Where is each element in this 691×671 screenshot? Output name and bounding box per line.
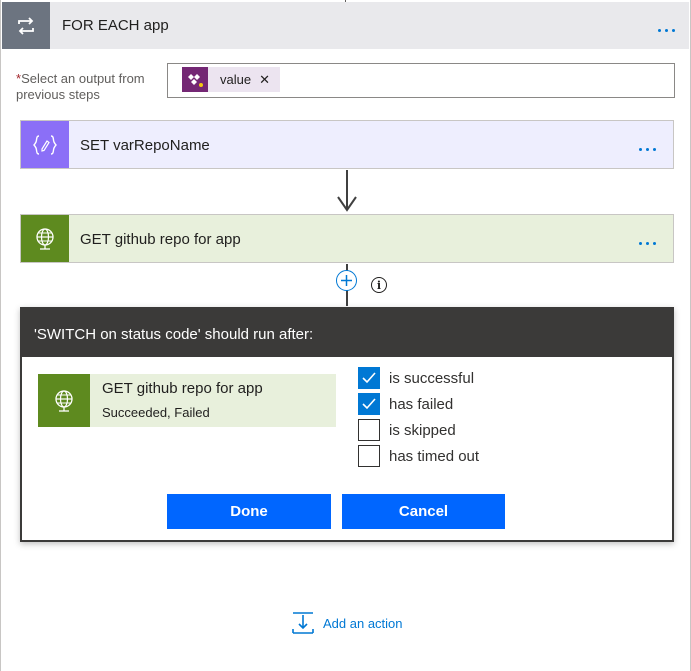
value-token[interactable]: value ✕ [182, 67, 280, 92]
more-options-icon[interactable] [658, 21, 679, 32]
add-action-label: Add an action [323, 615, 403, 631]
add-action-button[interactable]: Add an action [291, 611, 403, 635]
checkbox[interactable] [358, 419, 380, 441]
option-label: has timed out [389, 447, 480, 465]
dialog-header: 'SWITCH on status code' should run after… [22, 309, 672, 357]
more-options-icon[interactable] [639, 234, 660, 245]
source-status: Succeeded, Failed [102, 405, 210, 420]
loop-icon [2, 2, 50, 49]
globe-icon [38, 374, 90, 427]
action-card-set-var[interactable]: SET varRepoName [20, 120, 674, 169]
variable-icon [21, 121, 69, 168]
source-title: GET github repo for app [102, 380, 263, 397]
dialog-title: 'SWITCH on status code' should run after… [34, 326, 314, 343]
option-label: is successful [389, 369, 475, 387]
checkbox[interactable] [358, 393, 380, 415]
info-icon[interactable]: i [371, 277, 387, 293]
action-title: GET github repo for app [80, 231, 241, 248]
select-output-label: *Select an output from previous steps [16, 71, 166, 103]
globe-icon [21, 215, 69, 262]
remove-token-icon[interactable]: ✕ [259, 72, 270, 88]
foreach-header[interactable]: FOR EACH app [2, 2, 689, 49]
checkmark-icon [362, 398, 376, 410]
option-has-timed-out[interactable]: has timed out [358, 445, 479, 467]
plus-icon [341, 275, 352, 286]
cancel-button[interactable]: Cancel [342, 494, 505, 529]
action-card-get-repo[interactable]: GET github repo for app [20, 214, 674, 263]
checkbox[interactable] [358, 367, 380, 389]
dataverse-icon [182, 67, 208, 92]
checkbox[interactable] [358, 445, 380, 467]
token-label: value [220, 72, 252, 87]
foreach-title: FOR EACH app [62, 17, 169, 34]
option-is-skipped[interactable]: is skipped [358, 419, 456, 441]
option-is-successful[interactable]: is successful [358, 367, 474, 389]
arrow-down-icon [337, 196, 357, 212]
run-after-source-card: GET github repo for app Succeeded, Faile… [38, 374, 336, 427]
checkmark-icon [362, 372, 376, 384]
run-after-dialog: 'SWITCH on status code' should run after… [20, 307, 674, 542]
select-output-input[interactable]: value ✕ [167, 63, 675, 98]
option-label: has failed [389, 395, 454, 413]
option-label: is skipped [389, 421, 456, 439]
done-button[interactable]: Done [167, 494, 331, 529]
option-has-failed[interactable]: has failed [358, 393, 453, 415]
action-title: SET varRepoName [80, 137, 210, 154]
insert-step-button[interactable] [336, 270, 357, 291]
more-options-icon[interactable] [639, 140, 660, 151]
select-output-text: Select an output from previous steps [16, 71, 145, 102]
add-action-icon [292, 612, 314, 634]
